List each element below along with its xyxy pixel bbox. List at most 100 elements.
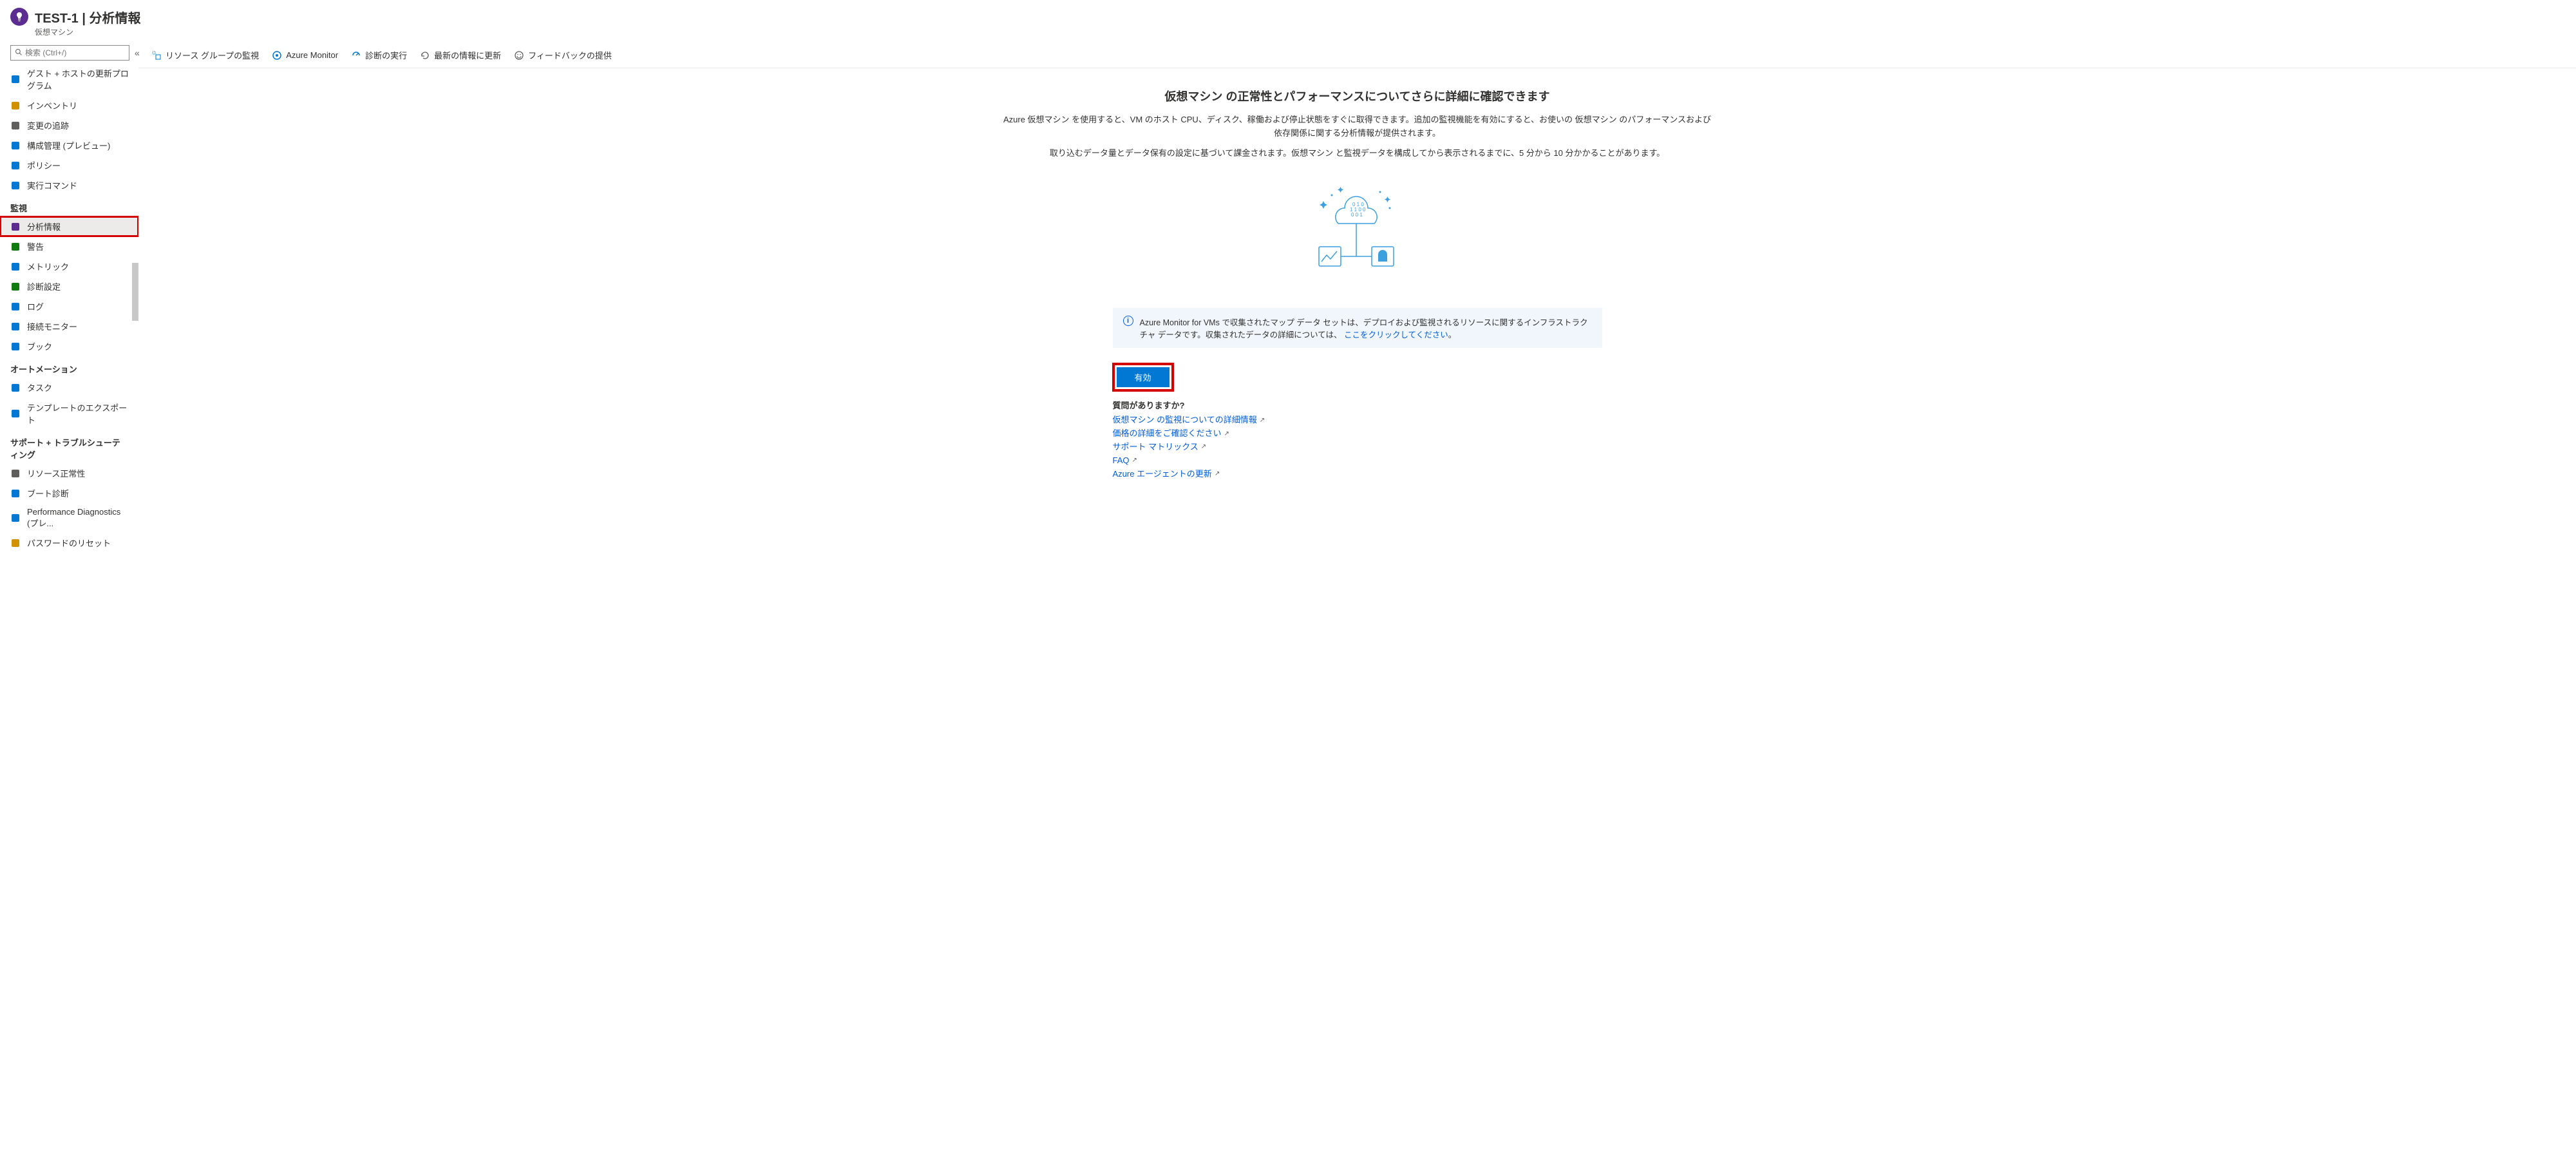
export-icon: [10, 408, 21, 419]
help-link[interactable]: Azure エージェントの更新 ↗: [1113, 468, 1220, 481]
svg-text:0 0 1: 0 0 1: [1351, 212, 1363, 218]
sidebar-item[interactable]: テンプレートのエクスポート: [0, 397, 138, 430]
tasks-icon: [10, 383, 21, 393]
resource-type-label: 仮想マシン: [35, 26, 141, 37]
sidebar-item[interactable]: ゲスト + ホストの更新プログラム: [0, 63, 138, 95]
scrollbar-thumb[interactable]: [132, 263, 138, 321]
hero-paragraph-2: 取り込むデータ量とデータ保有の設定に基づいて課金されます。仮想マシン と監視デー…: [1003, 147, 1712, 160]
metrics-icon: [10, 262, 21, 272]
sidebar-item[interactable]: 警告: [0, 236, 138, 256]
sidebar-item-label: 構成管理 (プレビュー): [27, 139, 110, 151]
toolbar-item-label: フィードバックの提供: [528, 49, 612, 61]
sidebar-item-label: Performance Diagnostics (プレ...: [27, 507, 132, 529]
sidebar-item-label: タスク: [27, 381, 52, 394]
perfdiag-icon: [10, 513, 21, 523]
run-diag-icon: [351, 50, 361, 61]
page-header: TEST-1 | 分析情報 仮想マシン: [0, 0, 2576, 43]
hero-illustration: 0 1 0 1 1 0 0 0 0 1: [1300, 173, 1416, 289]
workbook-icon: [10, 341, 21, 352]
sidebar-item[interactable]: 構成管理 (プレビュー): [0, 135, 138, 155]
sidebar-item-label: パスワードのリセット: [27, 537, 111, 549]
sidebar-item-label: 診断設定: [27, 280, 61, 292]
page-title: TEST-1 | 分析情報: [35, 8, 141, 26]
external-link-icon: ↗: [1260, 416, 1265, 426]
sidebar-item[interactable]: 変更の追跡: [0, 115, 138, 135]
sidebar-item[interactable]: リソース正常性: [0, 463, 138, 483]
refresh-icon: [420, 50, 430, 61]
changetrack-icon: [10, 120, 21, 131]
external-link-icon: ↗: [1224, 429, 1229, 439]
policy-icon: [10, 160, 21, 171]
enable-button[interactable]: 有効: [1117, 367, 1170, 387]
health-icon: [10, 468, 21, 479]
sidebar-section-support: サポート + トラブルシューティング: [0, 430, 138, 463]
sidebar-item[interactable]: Performance Diagnostics (プレ...: [0, 503, 138, 533]
hero-paragraph-1: Azure 仮想マシン を使用すると、VM のホスト CPU、ディスク、稼働およ…: [1003, 113, 1712, 140]
toolbar-item[interactable]: 最新の情報に更新: [420, 49, 501, 61]
enable-button-highlight: 有効: [1113, 363, 1173, 391]
sidebar-item-label: ログ: [27, 300, 44, 312]
bootdiag-icon: [10, 488, 21, 499]
sidebar-item[interactable]: ブック: [0, 336, 138, 356]
sidebar-item[interactable]: インベントリ: [0, 95, 138, 115]
sidebar-section-automation: オートメーション: [0, 356, 138, 378]
sidebar-item[interactable]: パスワードのリセット: [0, 533, 138, 553]
config-icon: [10, 140, 21, 151]
search-input-wrap[interactable]: [10, 45, 129, 61]
sidebar-item-label: 実行コマンド: [27, 179, 77, 191]
sidebar-item[interactable]: メトリック: [0, 256, 138, 276]
sidebar-item[interactable]: タスク: [0, 378, 138, 397]
sidebar-item-label: テンプレートのエクスポート: [27, 401, 132, 426]
toolbar-item[interactable]: Azure Monitor: [272, 50, 338, 61]
hero-title: 仮想マシン の正常性とパフォーマンスについてさらに詳細に確認できます: [1003, 88, 1712, 104]
sidebar-item[interactable]: 診断設定: [0, 276, 138, 296]
external-link-icon: ↗: [1215, 469, 1220, 479]
sidebar: « ゲスト + ホストの更新プログラムインベントリ変更の追跡構成管理 (プレビュ…: [0, 43, 138, 1157]
help-link[interactable]: 価格の詳細をご確認ください ↗: [1113, 427, 1229, 441]
sidebar-item-label: ポリシー: [27, 159, 61, 171]
feedback-icon: [514, 50, 524, 61]
info-banner: i Azure Monitor for VMs で収集されたマップ データ セッ…: [1113, 308, 1602, 348]
update-icon: [10, 74, 21, 84]
sidebar-item-label: 警告: [27, 240, 44, 253]
sidebar-item-label: ブック: [27, 340, 52, 352]
toolbar-item-label: 最新の情報に更新: [434, 49, 501, 61]
sidebar-item-label: 変更の追跡: [27, 119, 69, 131]
toolbar-item-label: Azure Monitor: [286, 50, 338, 60]
help-link[interactable]: サポート マトリックス ↗: [1113, 441, 1207, 454]
external-link-icon: ↗: [1132, 455, 1137, 466]
azure-monitor-icon: [272, 50, 282, 61]
help-link[interactable]: FAQ ↗: [1113, 454, 1137, 468]
external-link-icon: ↗: [1201, 442, 1206, 452]
info-icon: i: [1123, 316, 1133, 326]
sidebar-item[interactable]: ログ: [0, 296, 138, 316]
sidebar-item[interactable]: ポリシー: [0, 155, 138, 175]
logs-icon: [10, 301, 21, 312]
search-input[interactable]: [25, 48, 125, 57]
diag-icon: [10, 282, 21, 292]
insights-header-icon: [10, 8, 28, 26]
help-link[interactable]: 仮想マシン の監視についての詳細情報 ↗: [1113, 414, 1265, 427]
toolbar-item[interactable]: 診断の実行: [351, 49, 407, 61]
runcmd-icon: [10, 180, 21, 191]
sidebar-item-label: 分析情報: [27, 220, 61, 233]
sidebar-item-label: インベントリ: [27, 99, 77, 111]
sidebar-item-label: 接続モニター: [27, 320, 77, 332]
rg-monitor-icon: [151, 50, 162, 61]
connmon-icon: [10, 321, 21, 332]
sidebar-item[interactable]: 接続モニター: [0, 316, 138, 336]
search-icon: [15, 48, 23, 58]
sidebar-item[interactable]: 実行コマンド: [0, 175, 138, 195]
toolbar-item[interactable]: フィードバックの提供: [514, 49, 612, 61]
sidebar-item[interactable]: 分析情報: [0, 216, 138, 236]
sidebar-item[interactable]: ブート診断: [0, 483, 138, 503]
insights-icon: [10, 222, 21, 232]
sidebar-item-label: ゲスト + ホストの更新プログラム: [27, 67, 132, 91]
inventory-icon: [10, 100, 21, 111]
toolbar-item-label: 診断の実行: [365, 49, 407, 61]
info-link[interactable]: ここをクリックしてください: [1344, 330, 1448, 339]
pwreset-icon: [10, 538, 21, 548]
main-content: 仮想マシン の正常性とパフォーマンスについてさらに詳細に確認できます Azure…: [138, 68, 2576, 1157]
toolbar-item[interactable]: リソース グループの監視: [151, 49, 259, 61]
alerts-icon: [10, 242, 21, 252]
